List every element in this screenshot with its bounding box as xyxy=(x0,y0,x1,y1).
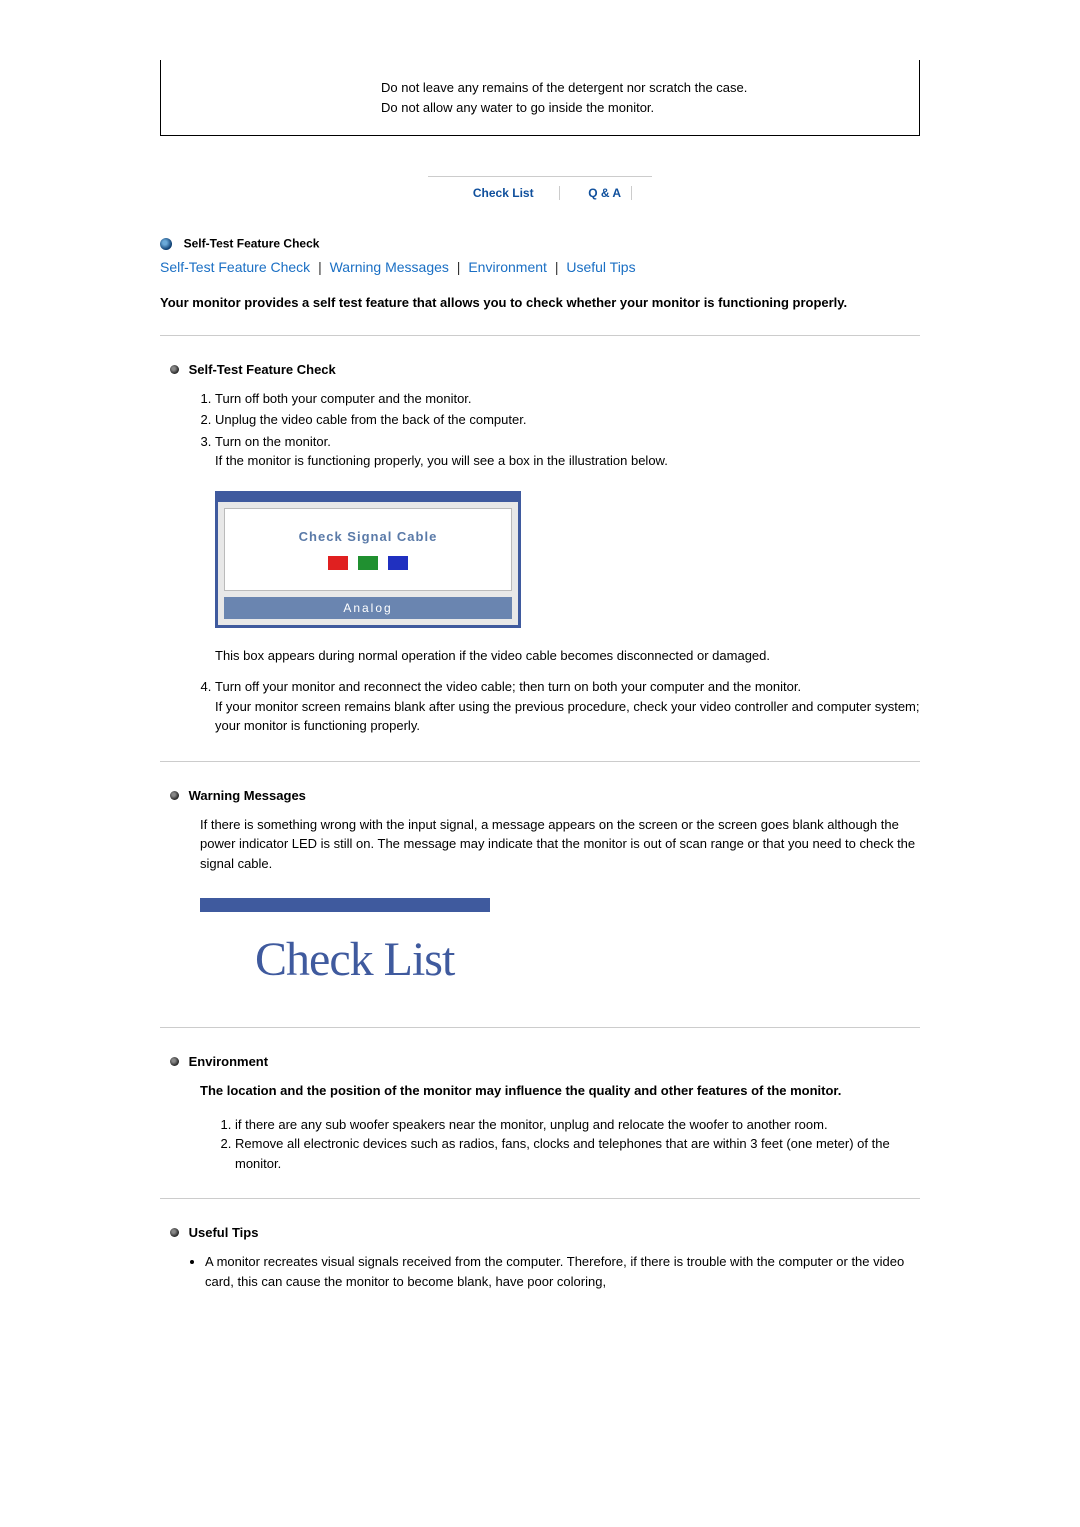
divider xyxy=(160,1198,920,1199)
nav-tabs: Check List Q & A xyxy=(160,176,920,200)
step-3: Turn on the monitor. If the monitor is f… xyxy=(215,432,920,666)
heading-tips-text: Useful Tips xyxy=(189,1225,259,1240)
red-box xyxy=(328,556,348,570)
heading-environment-text: Environment xyxy=(189,1054,268,1069)
warning-body: If there is something wrong with the inp… xyxy=(200,815,920,874)
anchor-self-test[interactable]: Self-Test Feature Check xyxy=(160,259,310,275)
anchor-links: Self-Test Feature Check | Warning Messag… xyxy=(160,259,920,275)
sub-bullet-icon xyxy=(170,1228,179,1237)
anchor-tips[interactable]: Useful Tips xyxy=(566,259,635,275)
blue-box xyxy=(388,556,408,570)
rgb-indicator xyxy=(225,556,511,576)
divider xyxy=(160,1027,920,1028)
banner-bar xyxy=(200,898,490,912)
top-warning-box: Do not leave any remains of the detergen… xyxy=(160,60,920,136)
check-signal-cable-text: Check Signal Cable xyxy=(225,527,511,547)
divider xyxy=(160,335,920,336)
self-test-steps: Turn off both your computer and the moni… xyxy=(160,389,920,736)
env-item-1: if there are any sub woofer speakers nea… xyxy=(235,1115,920,1135)
monitor-inner: Check Signal Cable xyxy=(224,508,512,591)
warning-line2: Do not allow any water to go inside the … xyxy=(381,100,654,115)
intro-text: Your monitor provides a self test featur… xyxy=(160,295,920,310)
environment-intro: The location and the position of the mon… xyxy=(200,1081,880,1101)
heading-self-test: Self-Test Feature Check xyxy=(170,361,920,377)
anchor-environment[interactable]: Environment xyxy=(468,259,547,275)
top-section-header: Self-Test Feature Check xyxy=(160,235,920,251)
step-2: Unplug the video cable from the back of … xyxy=(215,410,920,430)
after-box-note: This box appears during normal operation… xyxy=(215,646,920,666)
page-container: Do not leave any remains of the detergen… xyxy=(140,0,940,1335)
heading-tips: Useful Tips xyxy=(170,1224,920,1240)
banner-text: Check List xyxy=(200,932,920,987)
tab-qa[interactable]: Q & A xyxy=(563,186,632,200)
step-1: Turn off both your computer and the moni… xyxy=(215,389,920,409)
heading-warning-text: Warning Messages xyxy=(189,788,306,803)
env-item-2: Remove all electronic devices such as ra… xyxy=(235,1134,920,1173)
sub-bullet-icon xyxy=(170,365,179,374)
sub-bullet-icon xyxy=(170,1057,179,1066)
heading-warning: Warning Messages xyxy=(170,787,920,803)
bullet-icon xyxy=(160,238,172,250)
green-box xyxy=(358,556,378,570)
monitor-illustration: Check Signal Cable Analog xyxy=(215,491,521,628)
divider xyxy=(160,761,920,762)
tip-item-1: A monitor recreates visual signals recei… xyxy=(205,1252,920,1291)
tab-check-list[interactable]: Check List xyxy=(448,186,560,200)
warning-line1: Do not leave any remains of the detergen… xyxy=(381,80,747,95)
check-list-banner: Check List xyxy=(200,898,920,987)
environment-list: if there are any sub woofer speakers nea… xyxy=(160,1115,920,1174)
monitor-topbar xyxy=(218,494,518,502)
anchor-warning[interactable]: Warning Messages xyxy=(330,259,449,275)
step-4: Turn off your monitor and reconnect the … xyxy=(215,677,920,736)
heading-environment: Environment xyxy=(170,1053,920,1069)
sub-bullet-icon xyxy=(170,791,179,800)
heading-self-test-text: Self-Test Feature Check xyxy=(189,362,336,377)
tips-list: A monitor recreates visual signals recei… xyxy=(160,1252,920,1291)
top-section-title: Self-Test Feature Check xyxy=(184,237,320,251)
monitor-mode-label: Analog xyxy=(224,597,512,619)
